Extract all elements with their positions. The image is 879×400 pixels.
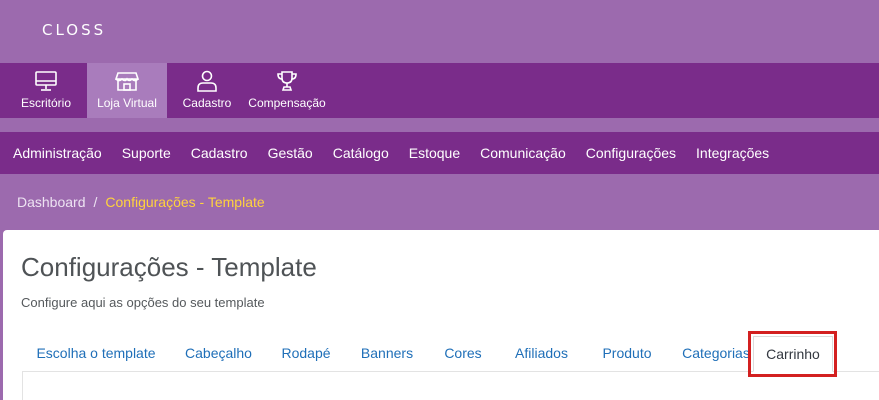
nav-item-comunicacao[interactable]: Comunicação — [480, 145, 566, 161]
tab-rodape[interactable]: Rodapé — [268, 336, 344, 372]
nav-item-integracoes[interactable]: Integrações — [696, 145, 769, 161]
breadcrumb-separator: / — [93, 194, 98, 210]
module-bar: Escritório Loja Virtual Cadastro Compens… — [0, 63, 879, 118]
store-icon — [114, 72, 140, 91]
tab-cores[interactable]: Cores — [430, 336, 496, 372]
tab-cabecalho[interactable]: Cabeçalho — [172, 336, 265, 372]
tab-banners[interactable]: Banners — [347, 336, 427, 372]
tab-afiliados[interactable]: Afiliados — [499, 336, 584, 372]
user-icon — [197, 70, 217, 92]
content-card: Configurações - Template Configure aqui … — [3, 230, 879, 400]
nav-item-estoque[interactable]: Estoque — [409, 145, 460, 161]
module-label: Cadastro — [182, 96, 232, 110]
template-tabs: Escolha o template Cabeçalho Rodapé Bann… — [22, 336, 879, 372]
monitor-icon — [35, 71, 57, 91]
module-label: Escritório — [20, 96, 71, 110]
nav-item-configuracoes[interactable]: Configurações — [586, 145, 676, 161]
brand-logo[interactable]: CLOSS — [42, 21, 106, 39]
module-compensacao[interactable]: Compensação — [245, 63, 329, 118]
breadcrumb-current: Configurações - Template — [105, 194, 265, 210]
tab-escolha-o-template[interactable]: Escolha o template — [22, 336, 170, 372]
trophy-icon — [277, 71, 297, 91]
tab-categorias[interactable]: Categorias — [670, 336, 762, 372]
module-cadastro[interactable]: Cadastro — [172, 63, 242, 118]
module-label: Compensação — [248, 96, 326, 110]
module-loja-virtual[interactable]: Loja Virtual — [87, 63, 167, 118]
page-title: Configurações - Template — [21, 252, 317, 282]
tab-content-panel — [22, 372, 879, 400]
header-divider — [0, 118, 879, 132]
nav-item-suporte[interactable]: Suporte — [122, 145, 171, 161]
tab-carrinho[interactable]: Carrinho — [753, 336, 833, 372]
nav-item-catalogo[interactable]: Catálogo — [333, 145, 389, 161]
nav-item-gestao[interactable]: Gestão — [268, 145, 313, 161]
tab-produto[interactable]: Produto — [587, 336, 667, 372]
nav-item-cadastro[interactable]: Cadastro — [191, 145, 248, 161]
main-nav: Administração Suporte Cadastro Gestão Ca… — [0, 132, 879, 174]
module-escritorio[interactable]: Escritório — [10, 63, 82, 118]
breadcrumb-home-link[interactable]: Dashboard — [17, 194, 86, 210]
module-label: Loja Virtual — [97, 96, 157, 110]
breadcrumb: Dashboard / Configurações - Template — [17, 194, 265, 210]
page-subtitle: Configure aqui as opções do seu template — [21, 295, 265, 310]
top-header: CLOSS — [0, 0, 879, 63]
nav-item-administracao[interactable]: Administração — [13, 145, 102, 161]
